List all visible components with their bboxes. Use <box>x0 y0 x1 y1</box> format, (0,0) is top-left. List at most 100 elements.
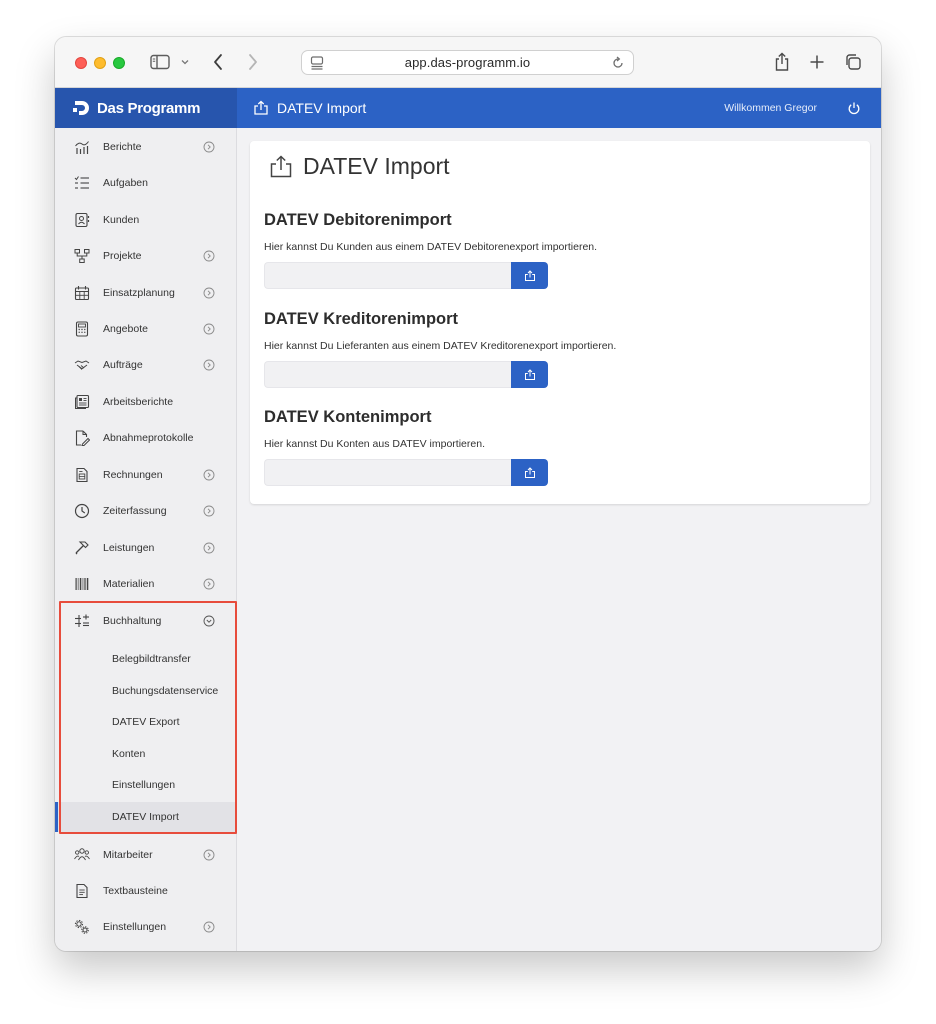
chevron-right-icon <box>203 578 215 590</box>
submenu-item-buchungsdatenservice[interactable]: Buchungsdatenservice <box>55 676 237 706</box>
sidebar-item-label: Aufgaben <box>103 177 148 189</box>
chevron-right-icon <box>203 359 215 371</box>
back-icon[interactable] <box>210 51 226 73</box>
submenu-item-label: Einstellungen <box>112 779 176 791</box>
sidebar-item-arbeitsberichte[interactable]: Arbeitsberichte <box>55 384 237 420</box>
app-header: Das Programm DATEV Import Willkommen Gre… <box>55 88 881 128</box>
sidebar-item-label: Arbeitsberichte <box>103 396 174 408</box>
welcome-text: Willkommen Gregor <box>724 102 817 114</box>
handshake-icon <box>74 360 90 370</box>
submenu-item-label: DATEV Import <box>112 811 179 823</box>
submenu-item-einstellungen[interactable]: Einstellungen <box>55 770 237 800</box>
submenu-item-label: Buchungsdatenservice <box>112 685 219 697</box>
sidebar-item-label: Materialien <box>103 578 155 590</box>
sidebar-item-auftraege[interactable]: Aufträge <box>55 347 237 383</box>
chevron-right-icon <box>203 250 215 262</box>
sidebar-item-abnahmeprotokolle[interactable]: Abnahmeprotokolle <box>55 420 237 456</box>
zoom-window-button[interactable] <box>113 57 125 69</box>
sidebar-item-label: Einstellungen <box>103 921 167 933</box>
chart-icon <box>75 141 89 154</box>
logo-icon <box>73 101 89 115</box>
calendar-icon <box>74 286 90 301</box>
sidebar-item-label: Rechnungen <box>103 469 163 481</box>
chevron-right-icon <box>203 287 215 299</box>
sidebar-item-zeiterfassung[interactable]: Zeiterfassung <box>55 493 237 529</box>
sidebar-item-mitarbeiter[interactable]: Mitarbeiter <box>55 837 237 873</box>
sidebar-item-label: Projekte <box>103 250 142 262</box>
upload-icon <box>254 100 268 115</box>
submenu-item-label: Belegbildtransfer <box>112 653 191 665</box>
barcode-icon <box>75 578 89 590</box>
sidebar-item-projekte[interactable]: Projekte <box>55 238 237 274</box>
header-title-text: DATEV Import <box>277 100 367 116</box>
brand-name: Das Programm <box>97 99 201 117</box>
accounting-icon <box>75 614 89 627</box>
kreditorenimport-file-input[interactable] <box>264 361 511 388</box>
sidebar-item-rechnungen[interactable]: Rechnungen <box>55 457 237 493</box>
forward-icon[interactable] <box>245 51 261 73</box>
sidebar-item-einstellungen[interactable]: Einstellungen <box>55 909 237 945</box>
kontenimport-upload-button[interactable] <box>511 459 548 486</box>
kreditorenimport-upload-button[interactable] <box>511 361 548 388</box>
header-title: DATEV Import <box>253 88 366 128</box>
sidebar-toggle-icon[interactable] <box>149 51 171 73</box>
power-icon[interactable] <box>847 101 861 115</box>
debitorenimport-upload-button[interactable] <box>511 262 548 289</box>
address-bar[interactable]: app.das-programm.io <box>301 50 634 75</box>
sidebar-item-label: Berichte <box>103 141 142 153</box>
submenu-item-label: Konten <box>112 748 146 760</box>
debitorenimport-description: Hier kannst Du Kunden aus einem DATEV De… <box>264 241 598 253</box>
active-indicator <box>55 802 58 832</box>
clock-icon <box>74 503 90 519</box>
sidebar-item-textbausteine[interactable]: Textbausteine <box>55 873 237 909</box>
submenu-item-datev-import[interactable]: DATEV Import <box>55 802 237 832</box>
page-title: DATEV Import <box>268 153 450 180</box>
chevron-down-icon <box>203 615 215 627</box>
sidebar-item-buchhaltung[interactable]: Buchhaltung <box>55 603 237 639</box>
sidebar-item-label: Textbausteine <box>103 885 168 897</box>
close-window-button[interactable] <box>75 57 87 69</box>
contacts-icon <box>75 212 90 228</box>
brand-logo[interactable]: Das Programm <box>55 88 237 128</box>
sidebar-item-label: Buchhaltung <box>103 615 162 627</box>
chevron-right-icon <box>203 921 215 933</box>
chevron-right-icon <box>203 505 215 517</box>
submenu-item-datev-export[interactable]: DATEV Export <box>55 707 237 737</box>
debitorenimport-file-input[interactable] <box>264 262 511 289</box>
upload-icon <box>270 154 292 177</box>
sidebar: Berichte Aufgaben Kunden Projekte Einsat… <box>55 128 237 951</box>
sidebar-item-einsatzplanung[interactable]: Einsatzplanung <box>55 275 237 311</box>
sidebar-item-aufgaben[interactable]: Aufgaben <box>55 165 237 201</box>
submenu-item-belegbildtransfer[interactable]: Belegbildtransfer <box>55 644 237 674</box>
sidebar-item-angebote[interactable]: Angebote <box>55 311 237 347</box>
debitorenimport-title: DATEV Debitorenimport <box>264 211 452 229</box>
sidebar-item-label: Leistungen <box>103 542 155 554</box>
checklist-icon <box>74 176 89 189</box>
sidebar-item-label: Aufträge <box>103 359 143 371</box>
sidebar-item-leistungen[interactable]: Leistungen <box>55 530 237 566</box>
new-tab-icon[interactable] <box>807 51 827 73</box>
kontenimport-file-input[interactable] <box>264 459 511 486</box>
text-document-icon <box>76 883 88 899</box>
report-icon <box>75 394 90 409</box>
hammer-icon <box>75 541 89 555</box>
hierarchy-icon <box>74 249 90 263</box>
chevron-right-icon <box>203 542 215 554</box>
gears-icon <box>74 919 89 934</box>
sidebar-item-berichte[interactable]: Berichte <box>55 129 237 165</box>
main-content: DATEV Import DATEV Debitorenimport Hier … <box>237 128 881 951</box>
share-icon[interactable] <box>772 51 792 73</box>
kreditorenimport-title: DATEV Kreditorenimport <box>264 310 459 328</box>
submenu-item-konten[interactable]: Konten <box>55 739 237 769</box>
reload-icon[interactable] <box>611 56 625 70</box>
chevron-right-icon <box>203 323 215 335</box>
sidebar-item-kunden[interactable]: Kunden <box>55 202 237 238</box>
url-text: app.das-programm.io <box>404 55 531 70</box>
upload-icon <box>524 466 535 478</box>
minimize-window-button[interactable] <box>94 57 106 69</box>
sidebar-item-label: Einsatzplanung <box>103 287 175 299</box>
sidebar-item-materialien[interactable]: Materialien <box>55 566 237 602</box>
chevron-down-icon[interactable] <box>179 51 191 73</box>
invoice-icon <box>76 467 88 483</box>
tab-overview-icon[interactable] <box>843 51 863 73</box>
